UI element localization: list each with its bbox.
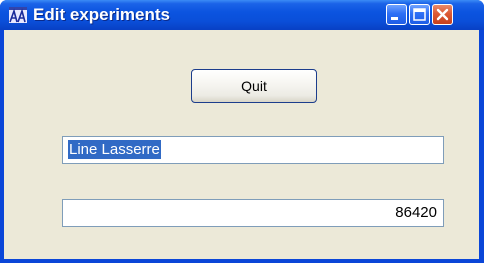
minimize-icon <box>391 17 398 20</box>
quit-button[interactable]: Quit <box>191 69 317 103</box>
maximize-icon <box>413 8 426 21</box>
title-bar[interactable]: Edit experiments <box>0 0 484 30</box>
name-field-value: Line Lasserre <box>68 140 161 159</box>
close-icon <box>436 8 449 21</box>
app-window: Edit experiments Quit Line Lasserre 8642… <box>0 0 484 263</box>
window-title: Edit experiments <box>33 5 170 24</box>
app-logo-icon <box>9 7 27 23</box>
minimize-button[interactable] <box>386 4 407 25</box>
number-field[interactable]: 86420 <box>62 199 444 227</box>
window-client-area: Quit Line Lasserre 86420 <box>4 30 479 259</box>
maximize-button[interactable] <box>409 4 430 25</box>
number-field-value: 86420 <box>395 204 437 221</box>
close-button[interactable] <box>432 4 453 25</box>
name-field[interactable]: Line Lasserre <box>62 136 444 164</box>
